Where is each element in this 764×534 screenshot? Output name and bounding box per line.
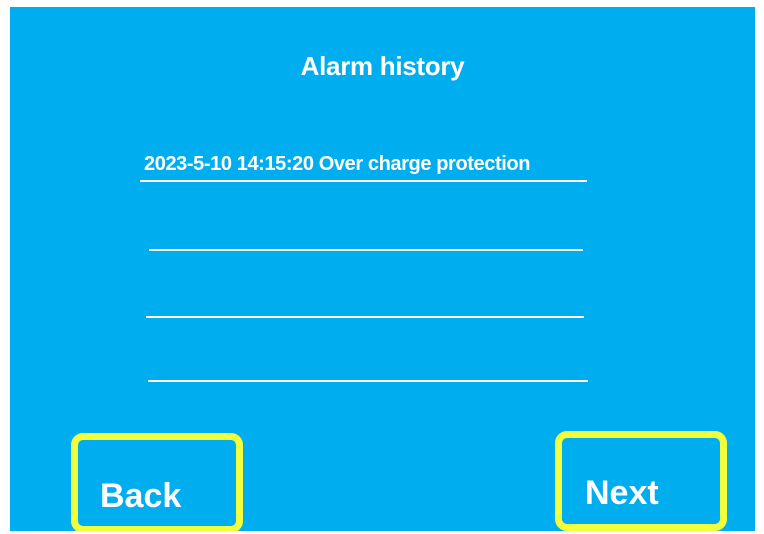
alarm-row-text: 2023-5-10 14:15:20 Over charge protectio… [144,153,531,175]
back-button-label: Back [100,477,182,515]
page-title: Alarm history [300,51,465,81]
alarm-history-screen: Alarm history 2023-5-10 14:15:20 Over ch… [10,7,755,531]
next-button-label: Next [585,474,659,512]
next-button[interactable]: Next [555,431,727,531]
alarm-row-3 [146,286,584,318]
alarm-row-1: 2023-5-10 14:15:20 Over charge protectio… [140,150,587,182]
alarm-row-4 [148,350,588,382]
back-button[interactable]: Back [71,433,243,531]
alarm-row-2 [149,219,583,251]
